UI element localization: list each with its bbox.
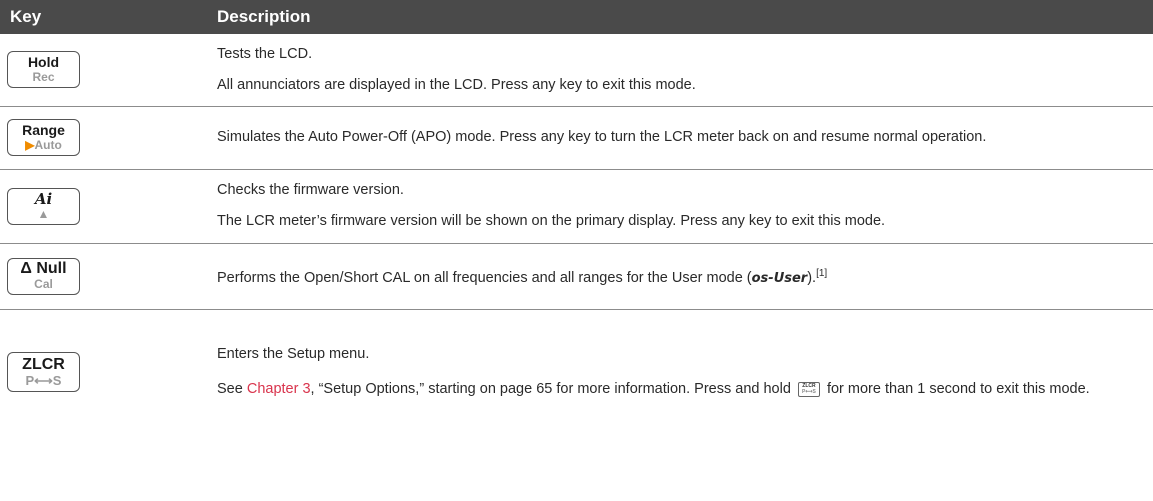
key-top-label: Ai xyxy=(34,189,53,208)
key-cell: Range ▶Auto xyxy=(0,106,217,170)
triangle-up-icon: ▲ xyxy=(37,206,50,221)
key-column-header: Key xyxy=(0,0,217,34)
table-row: Hold Rec Tests the LCD. All annunciators… xyxy=(0,34,1153,107)
description-line: Simulates the Auto Power-Off (APO) mode.… xyxy=(217,129,987,145)
description-line: All annunciators are displayed in the LC… xyxy=(217,76,696,93)
zlcr-mini-key-icon: ZLCR P⟷S xyxy=(797,381,820,397)
os-user-code: os-User xyxy=(751,270,808,286)
description-line: Performs the Open/Short CAL on all frequ… xyxy=(217,268,828,286)
key-bottom-label: Cal xyxy=(34,276,53,291)
key-bottom-label: ▶Auto xyxy=(25,138,62,152)
description-cell: Enters the Setup menu. See Chapter 3, “S… xyxy=(217,309,1153,435)
description-line: The LCR meter’s firmware version will be… xyxy=(217,213,886,229)
table-row: ZLCR P⟷S Enters the Setup menu. See Chap… xyxy=(0,309,1153,435)
description-line: Tests the LCD. xyxy=(217,45,313,62)
key-cell: ZLCR P⟷S xyxy=(0,309,217,435)
null-cal-key: Δ Null Cal xyxy=(7,257,80,295)
key-top-label: Δ Null xyxy=(20,259,67,277)
key-description-table: Key Description Hold Rec Tests the LCD. … xyxy=(0,0,1153,435)
description-line: See Chapter 3, “Setup Options,” starting… xyxy=(217,381,1090,398)
key-top-label: Hold xyxy=(27,54,60,71)
key-cell: Ai ▲ xyxy=(0,169,217,244)
chapter-link[interactable]: Chapter 3 xyxy=(247,381,311,397)
key-cell: Δ Null Cal xyxy=(0,243,217,310)
description-line: Checks the firmware version. xyxy=(217,182,404,198)
zlcr-key: ZLCR P⟷S xyxy=(7,352,80,393)
table-row: Δ Null Cal Performs the Open/Short CAL o… xyxy=(0,243,1153,310)
key-top-label: ZLCR xyxy=(22,355,65,373)
description-column-header: Description xyxy=(217,0,1153,34)
table-header-row: Key Description xyxy=(0,0,1153,34)
description-cell: Tests the LCD. All annunciators are disp… xyxy=(217,34,1153,107)
footnote-ref: [1] xyxy=(816,268,828,280)
key-bottom-label: P⟷S xyxy=(25,372,62,388)
description-cell: Performs the Open/Short CAL on all frequ… xyxy=(217,243,1153,310)
table-row: Ai ▲ Checks the firmware version. The LC… xyxy=(0,169,1153,244)
key-cell: Hold Rec xyxy=(0,34,217,107)
key-bottom-label: Rec xyxy=(32,70,55,85)
hold-rec-key: Hold Rec xyxy=(7,51,80,89)
key-top-label: Range xyxy=(22,122,65,138)
description-line: Enters the Setup menu. xyxy=(217,346,370,363)
ai-key: Ai ▲ xyxy=(7,187,80,225)
description-cell: Simulates the Auto Power-Off (APO) mode.… xyxy=(217,106,1153,170)
description-cell: Checks the firmware version. The LCR met… xyxy=(217,169,1153,244)
range-auto-key: Range ▶Auto xyxy=(7,119,80,156)
table-row: Range ▶Auto Simulates the Auto Power-Off… xyxy=(0,106,1153,170)
